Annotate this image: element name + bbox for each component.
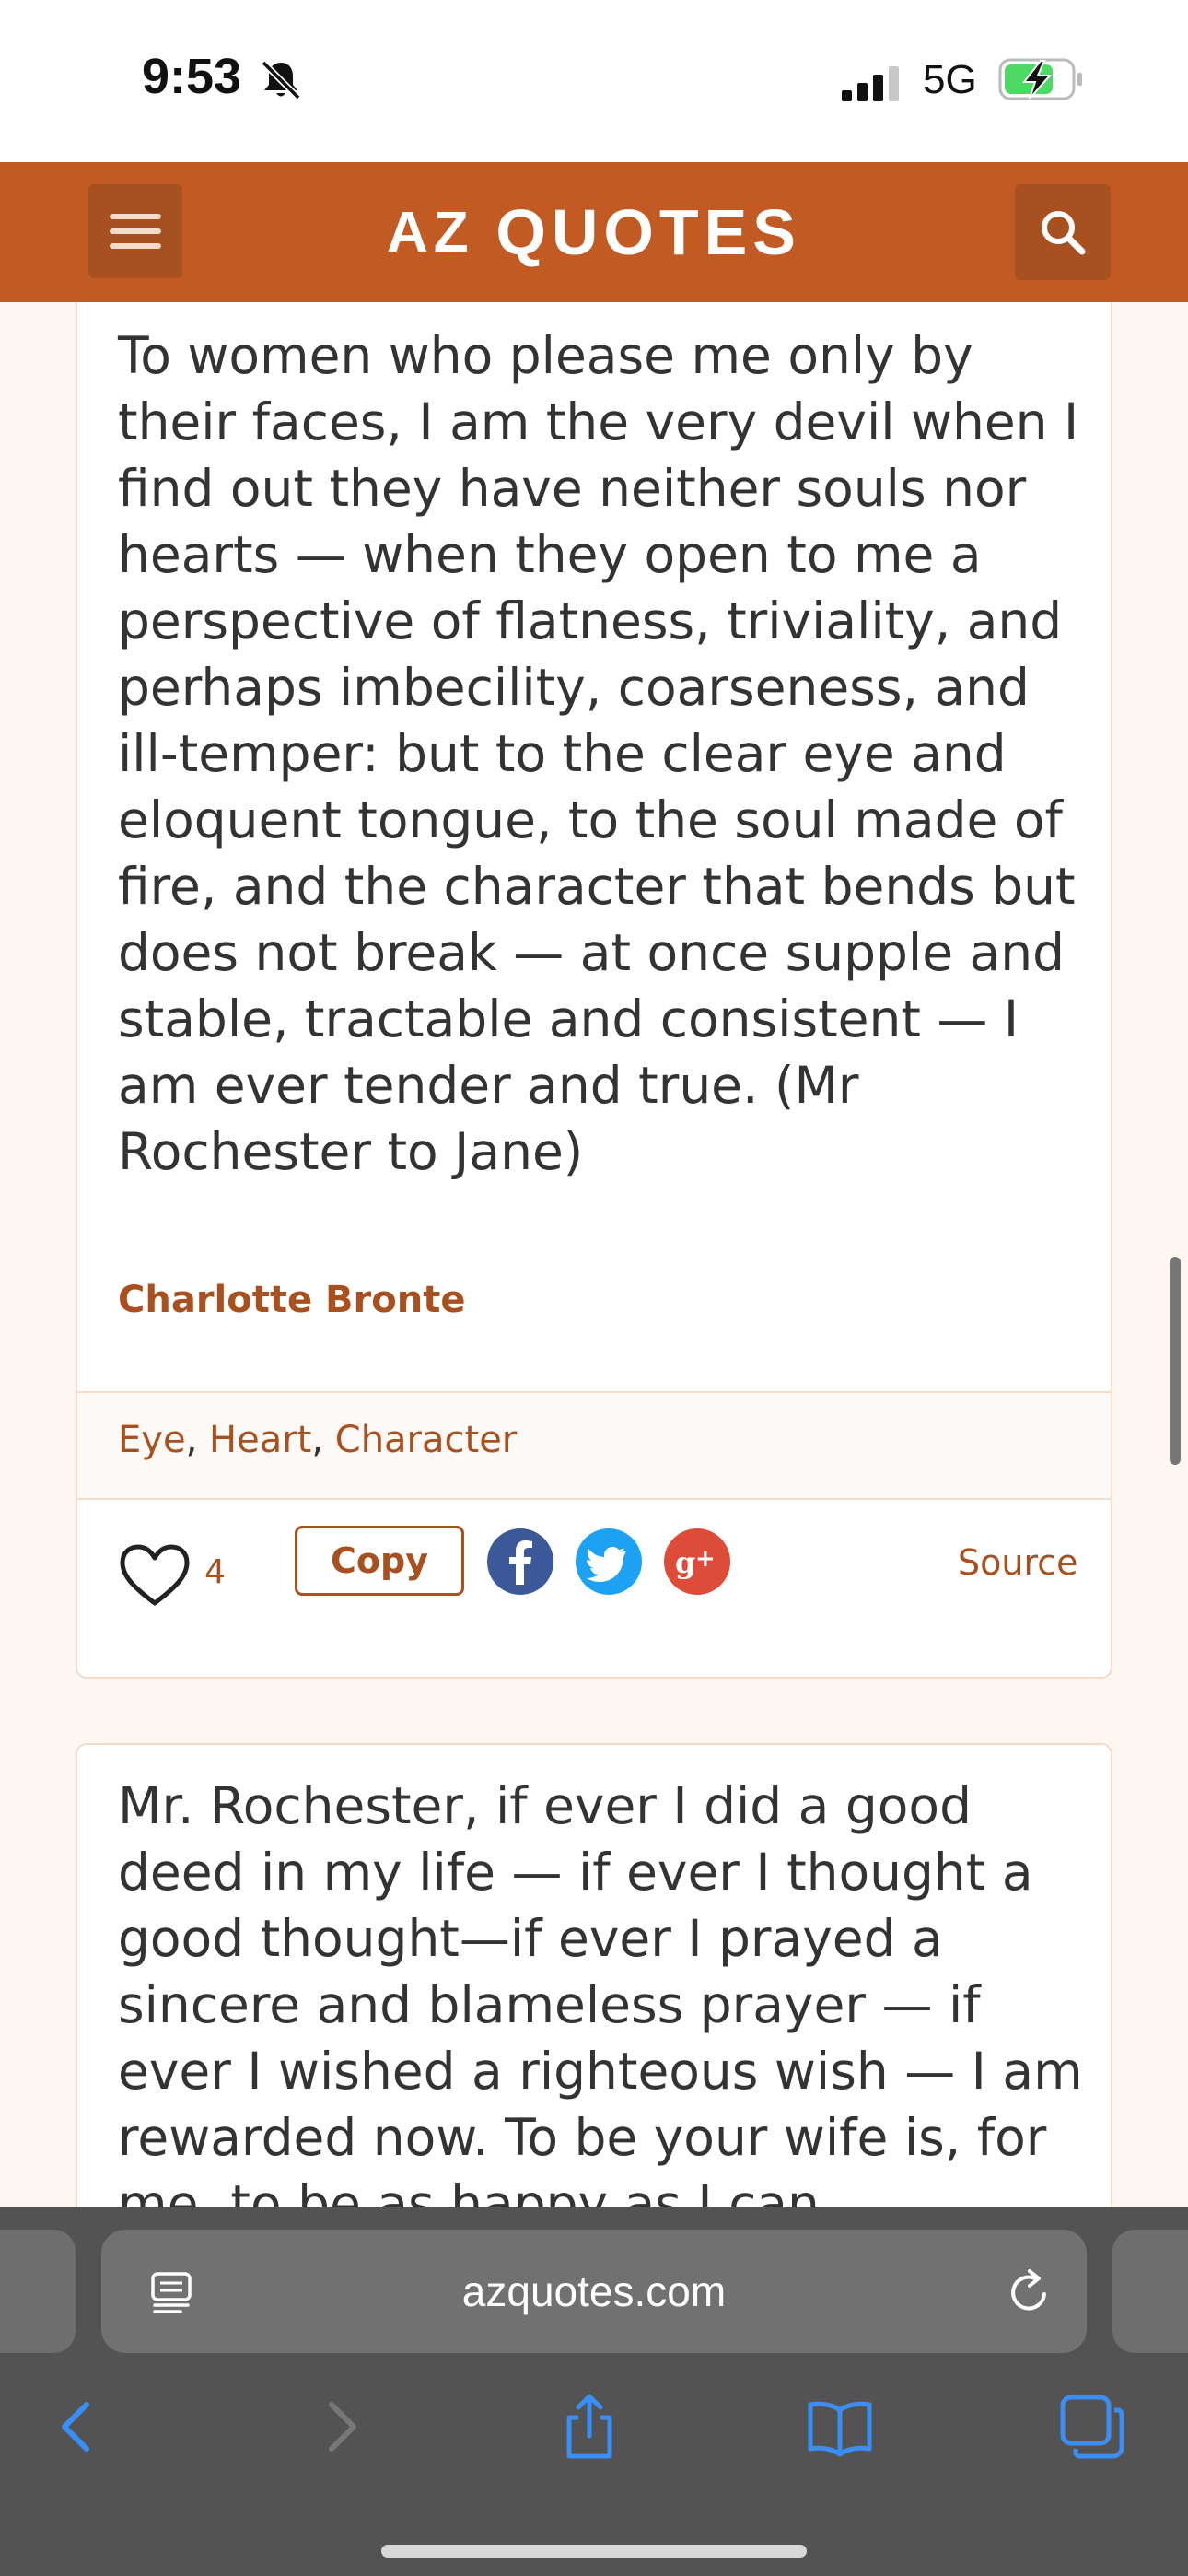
quote-card: To women who please me only by their fac… [76,302,1112,1679]
reload-icon[interactable] [1004,2266,1055,2318]
twitter-icon[interactable] [575,1528,643,1596]
copy-button[interactable]: Copy [295,1526,464,1596]
scroll-indicator[interactable] [1170,1257,1181,1465]
tabs-icon[interactable] [1057,2392,1127,2462]
svg-text:+: + [695,1545,716,1573]
site-logo[interactable]: AZ QUOTES [387,195,801,269]
tag-separator: , [311,1419,335,1461]
previous-tab-preview[interactable] [0,2230,76,2353]
quote-text[interactable]: To women who please me only by their fac… [118,322,1085,1185]
logo-quotes: QUOTES [495,196,801,268]
menu-button[interactable] [88,184,182,278]
menu-bar [110,228,161,234]
bookmarks-icon[interactable] [805,2392,875,2462]
forward-icon[interactable] [304,2392,374,2462]
quote-card: Mr. Rochester, if ever I did a good deed… [76,1743,1112,2207]
back-icon[interactable] [44,2392,114,2462]
browser-toolbar: azquotes.com [0,2207,1188,2576]
quote-text[interactable]: Mr. Rochester, if ever I did a good deed… [118,1773,1085,2207]
search-button[interactable] [1015,184,1111,280]
address-bar[interactable]: azquotes.com [101,2230,1087,2353]
author-link[interactable]: Charlotte Bronte [118,1279,465,1321]
tags-bar: Eye, Heart, Character [77,1391,1111,1500]
menu-bar [110,243,161,249]
tag-separator: , [185,1419,209,1461]
battery-charging-icon [998,58,1082,100]
status-bar: 9:53 5G [0,0,1188,162]
bell-slash-icon [261,60,301,100]
tag-link-heart[interactable]: Heart [209,1419,311,1461]
network-label: 5G [923,57,977,102]
home-indicator[interactable] [381,2545,807,2558]
page-content: To women who please me only by their fac… [0,302,1188,2207]
share-icon[interactable] [554,2392,624,2462]
facebook-icon[interactable] [486,1528,554,1596]
svg-text:g: g [675,1545,695,1580]
source-link[interactable]: Source [958,1542,1078,1583]
tag-link-eye[interactable]: Eye [118,1419,186,1461]
like-count: 4 [204,1553,226,1591]
logo-az: AZ [387,200,474,264]
url-text: azquotes.com [461,2267,727,2315]
signal-icon [842,66,899,101]
next-tab-preview[interactable] [1112,2230,1188,2353]
tag-link-character[interactable]: Character [335,1419,517,1461]
status-time: 9:53 [142,49,242,104]
quote-actions: 4 Copy g + Source [77,1500,1111,1657]
heart-icon[interactable] [118,1542,192,1609]
site-header: AZ QUOTES [0,162,1188,302]
menu-bar [110,214,161,219]
google-plus-icon[interactable]: g + [663,1528,731,1596]
search-icon [1042,211,1086,255]
